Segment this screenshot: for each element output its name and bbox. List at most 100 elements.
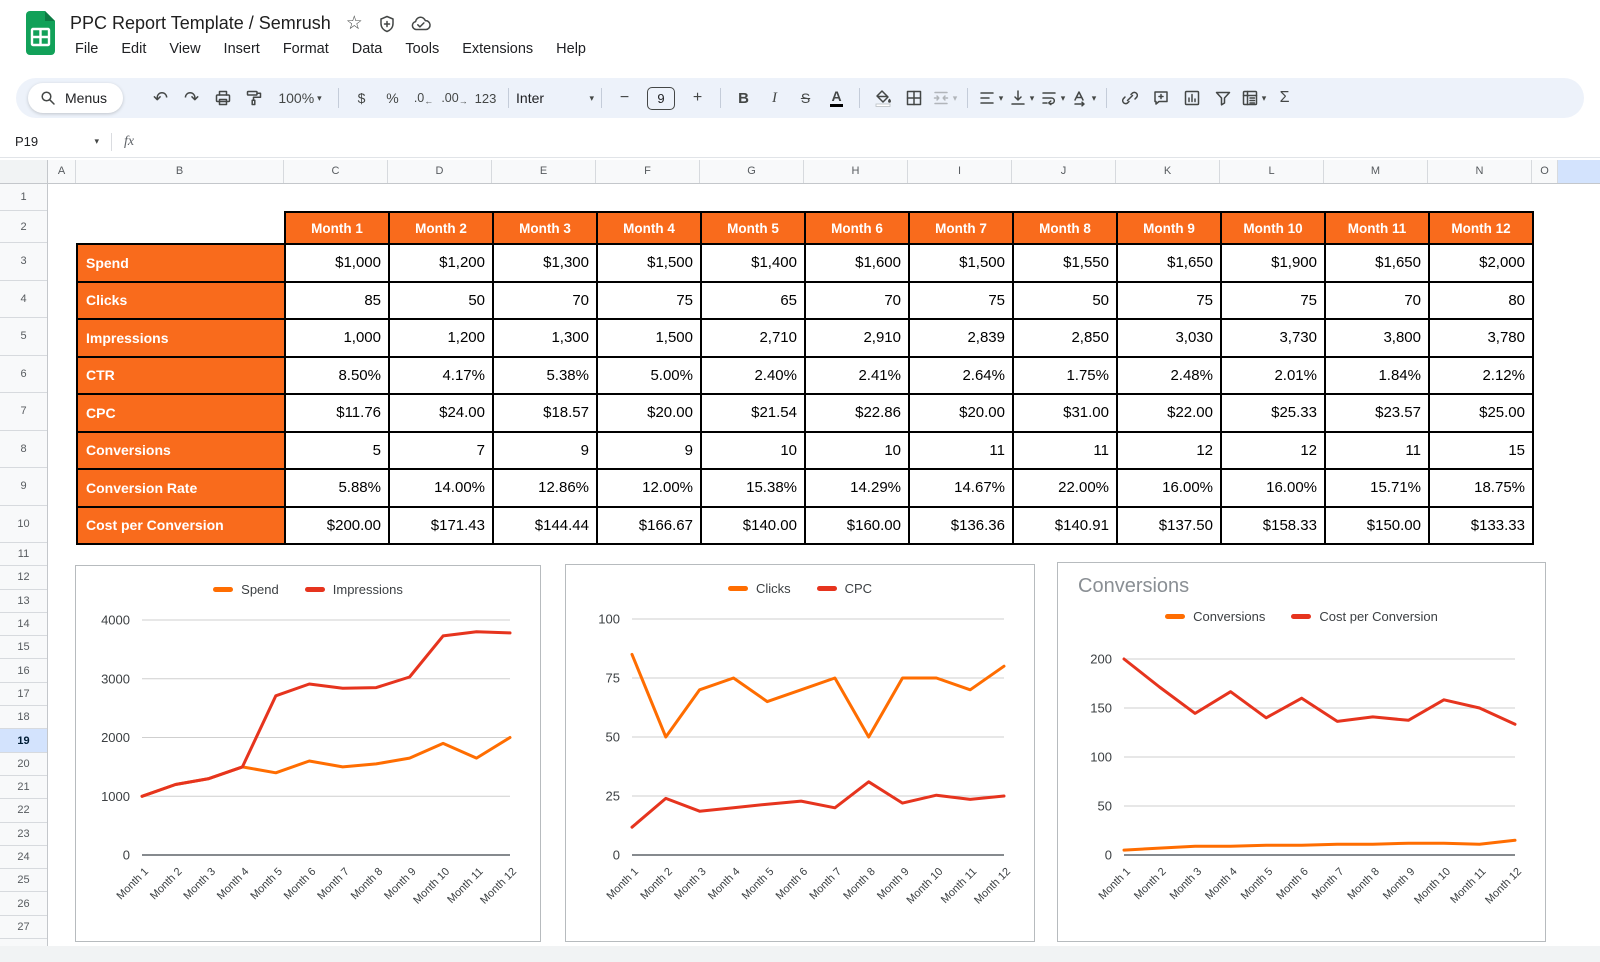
- metric-value-cell[interactable]: $25.00: [1429, 394, 1533, 432]
- metric-value-cell[interactable]: $200.00: [285, 507, 389, 545]
- metric-value-cell[interactable]: 1.75%: [1013, 357, 1117, 395]
- row-header-12[interactable]: 12: [0, 566, 47, 589]
- metric-value-cell[interactable]: $1,600: [805, 244, 909, 282]
- metric-value-cell[interactable]: $25.33: [1221, 394, 1325, 432]
- redo-button[interactable]: ↷: [176, 83, 207, 113]
- print-button[interactable]: [207, 83, 238, 113]
- metric-value-cell[interactable]: 2.64%: [909, 357, 1013, 395]
- month-header-cell[interactable]: Month 9: [1117, 212, 1221, 244]
- menu-item-help[interactable]: Help: [549, 40, 593, 58]
- metric-value-cell[interactable]: $18.57: [493, 394, 597, 432]
- metric-value-cell[interactable]: 5.88%: [285, 469, 389, 507]
- metric-value-cell[interactable]: 14.67%: [909, 469, 1013, 507]
- format-percent-button[interactable]: %: [377, 83, 408, 113]
- bold-button[interactable]: B: [728, 83, 759, 113]
- zoom-select[interactable]: 100% ▾: [269, 83, 331, 113]
- metric-value-cell[interactable]: $20.00: [597, 394, 701, 432]
- metric-value-cell[interactable]: 3,730: [1221, 319, 1325, 357]
- metric-value-cell[interactable]: 4.17%: [389, 357, 493, 395]
- column-header-G[interactable]: G: [700, 160, 804, 183]
- chart-2[interactable]: ClicksCPC0255075100Month 1Month 2Month 3…: [565, 564, 1035, 942]
- name-box[interactable]: P19 ▾: [0, 134, 99, 149]
- increase-font-size-button[interactable]: +: [682, 83, 713, 113]
- metric-label-cell[interactable]: Conversion Rate: [77, 469, 285, 507]
- row-header-23[interactable]: 23: [0, 823, 47, 846]
- metric-value-cell[interactable]: 10: [701, 432, 805, 470]
- metric-value-cell[interactable]: $31.00: [1013, 394, 1117, 432]
- metric-value-cell[interactable]: 5.38%: [493, 357, 597, 395]
- select-all-corner[interactable]: [0, 160, 48, 183]
- star-icon[interactable]: ☆: [346, 14, 363, 33]
- month-header-cell[interactable]: Month 3: [493, 212, 597, 244]
- metric-value-cell[interactable]: $1,300: [493, 244, 597, 282]
- metric-value-cell[interactable]: $22.00: [1117, 394, 1221, 432]
- paint-format-button[interactable]: [238, 83, 269, 113]
- metric-value-cell[interactable]: $24.00: [389, 394, 493, 432]
- row-header-16[interactable]: 16: [0, 660, 47, 683]
- sheets-logo-icon[interactable]: [24, 11, 57, 55]
- metric-label-cell[interactable]: Cost per Conversion: [77, 507, 285, 545]
- metric-value-cell[interactable]: 50: [389, 282, 493, 320]
- metric-label-cell[interactable]: CTR: [77, 357, 285, 395]
- column-header-E[interactable]: E: [492, 160, 596, 183]
- metric-value-cell[interactable]: 2.48%: [1117, 357, 1221, 395]
- column-header-H[interactable]: H: [804, 160, 908, 183]
- metric-value-cell[interactable]: 2,710: [701, 319, 805, 357]
- metric-value-cell[interactable]: 5.00%: [597, 357, 701, 395]
- chart-1[interactable]: SpendImpressions01000200030004000Month 1…: [75, 565, 541, 942]
- metric-value-cell[interactable]: 65: [701, 282, 805, 320]
- metric-value-cell[interactable]: $20.00: [909, 394, 1013, 432]
- menu-item-format[interactable]: Format: [276, 40, 336, 58]
- month-header-cell[interactable]: Month 5: [701, 212, 805, 244]
- insert-chart-button[interactable]: [1176, 83, 1207, 113]
- italic-button[interactable]: I: [759, 83, 790, 113]
- menu-item-file[interactable]: File: [68, 40, 105, 58]
- metric-value-cell[interactable]: $133.33: [1429, 507, 1533, 545]
- metric-value-cell[interactable]: 2,839: [909, 319, 1013, 357]
- menu-item-tools[interactable]: Tools: [398, 40, 446, 58]
- insert-link-button[interactable]: [1114, 83, 1145, 113]
- metric-value-cell[interactable]: $1,000: [285, 244, 389, 282]
- metric-value-cell[interactable]: 7: [389, 432, 493, 470]
- menu-item-view[interactable]: View: [162, 40, 207, 58]
- row-header-14[interactable]: 14: [0, 613, 47, 636]
- metric-label-cell[interactable]: Conversions: [77, 432, 285, 470]
- pivot-table-button[interactable]: ▾: [1238, 83, 1269, 113]
- metric-value-cell[interactable]: $150.00: [1325, 507, 1429, 545]
- metric-value-cell[interactable]: 2.41%: [805, 357, 909, 395]
- column-header-M[interactable]: M: [1324, 160, 1428, 183]
- month-header-cell[interactable]: Month 7: [909, 212, 1013, 244]
- row-header-3[interactable]: 3: [0, 243, 47, 281]
- menu-item-edit[interactable]: Edit: [114, 40, 153, 58]
- column-header-L[interactable]: L: [1220, 160, 1324, 183]
- column-header-P-selected[interactable]: [1558, 160, 1600, 183]
- strikethrough-button[interactable]: S: [790, 83, 821, 113]
- metric-value-cell[interactable]: 1.84%: [1325, 357, 1429, 395]
- row-header-2[interactable]: 2: [0, 211, 47, 243]
- row-header-1[interactable]: 1: [0, 184, 47, 211]
- metric-label-cell[interactable]: Impressions: [77, 319, 285, 357]
- metric-value-cell[interactable]: 2.40%: [701, 357, 805, 395]
- more-formats-button[interactable]: 123: [470, 83, 501, 113]
- horizontal-scrollbar[interactable]: [0, 946, 1600, 962]
- menu-item-extensions[interactable]: Extensions: [455, 40, 540, 58]
- metric-value-cell[interactable]: 8.50%: [285, 357, 389, 395]
- decrease-font-size-button[interactable]: −: [609, 83, 640, 113]
- metric-value-cell[interactable]: 15.71%: [1325, 469, 1429, 507]
- shield-icon[interactable]: [378, 15, 396, 33]
- metric-value-cell[interactable]: $2,000: [1429, 244, 1533, 282]
- chart-3[interactable]: ConversionsConversionsCost per Conversio…: [1057, 562, 1546, 942]
- row-header-11[interactable]: 11: [0, 543, 47, 566]
- metric-value-cell[interactable]: 1,500: [597, 319, 701, 357]
- column-header-I[interactable]: I: [908, 160, 1012, 183]
- month-header-cell[interactable]: Month 6: [805, 212, 909, 244]
- font-size-input[interactable]: 9: [647, 87, 675, 110]
- metric-value-cell[interactable]: $23.57: [1325, 394, 1429, 432]
- metric-label-cell[interactable]: Clicks: [77, 282, 285, 320]
- metric-value-cell[interactable]: 15: [1429, 432, 1533, 470]
- metric-value-cell[interactable]: 75: [1117, 282, 1221, 320]
- document-title[interactable]: PPC Report Template / Semrush: [70, 13, 331, 34]
- row-header-5[interactable]: 5: [0, 318, 47, 356]
- row-header-22[interactable]: 22: [0, 799, 47, 822]
- metric-value-cell[interactable]: $1,500: [909, 244, 1013, 282]
